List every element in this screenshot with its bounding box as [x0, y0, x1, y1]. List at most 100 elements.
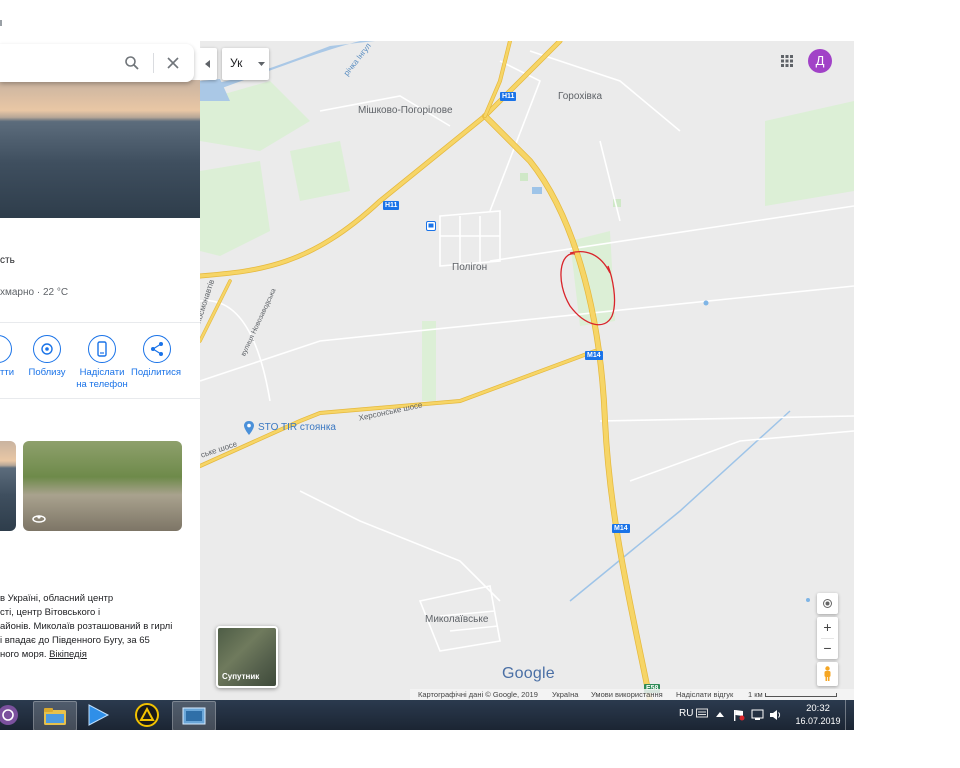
apps-grid-icon[interactable]: [780, 54, 794, 68]
play-icon: [88, 704, 110, 726]
road-shield: Н11: [383, 201, 400, 210]
network-icon[interactable]: [751, 709, 764, 721]
search-icon[interactable]: [124, 55, 140, 71]
description-line: і впадає до Південного Бугу, за 65: [0, 635, 150, 646]
green-area: [422, 321, 436, 401]
viber-icon: [0, 705, 18, 725]
green-area: [765, 101, 854, 206]
map-canvas[interactable]: річка Інгул Мішково-Погорілове Горохівка…: [200, 41, 854, 700]
photo-thumbnail[interactable]: [23, 441, 182, 531]
minor-road: [629, 430, 854, 482]
street-view-360-icon: [32, 515, 46, 523]
map-footer: Картографічні дані © Google, 2019 Україн…: [410, 689, 854, 700]
google-logo: Google: [502, 665, 555, 682]
my-location-icon: [823, 599, 832, 608]
weather-text: хмарно · 22 °C: [0, 287, 69, 298]
satellite-label: Супутник: [222, 672, 260, 681]
language-select[interactable]: Ук: [222, 48, 269, 80]
green-area: [290, 141, 350, 201]
description-line: айонів. Миколаїв розташований в гирлі: [0, 621, 173, 632]
poi-label[interactable]: STO TIR стоянка: [258, 422, 336, 433]
chevron-left-icon: [205, 60, 210, 68]
scale-bar: [765, 693, 837, 697]
wikipedia-link[interactable]: Вікіпедія: [49, 649, 87, 660]
show-hidden-icons-icon[interactable]: [716, 712, 724, 717]
send-to-phone-button[interactable]: [88, 335, 116, 363]
close-icon[interactable]: [166, 56, 180, 70]
pond: [532, 187, 542, 194]
minor-road: [449, 625, 499, 632]
description-line: сті, центр Вітовського і: [0, 607, 101, 618]
description-text: ного моря.: [0, 649, 50, 660]
search-box: [0, 44, 194, 82]
media-player-taskbar-button[interactable]: [84, 703, 112, 727]
zoom-out-button[interactable]: −: [817, 638, 838, 659]
minor-road: [599, 415, 854, 422]
directions-button[interactable]: [0, 335, 12, 363]
search-divider: [153, 53, 154, 73]
minor-road: [489, 205, 854, 262]
send-to-phone-label: Надіслати на телефон: [76, 367, 128, 390]
minor-road: [439, 210, 501, 267]
avatar[interactable]: Д: [808, 49, 832, 73]
pegman-button[interactable]: [817, 662, 838, 686]
header-mark: [0, 20, 2, 26]
village-label[interactable]: Миколаївське: [425, 614, 488, 625]
collapse-panel-button[interactable]: [200, 48, 217, 80]
feedback-link[interactable]: Надіслати відгук: [676, 690, 733, 699]
zoom-in-button[interactable]: +: [817, 617, 838, 638]
nearby-button[interactable]: [33, 335, 61, 363]
highway-m14: [482, 113, 653, 700]
volume-icon[interactable]: [769, 709, 782, 721]
warning-triangle-icon: [135, 703, 159, 727]
share-button[interactable]: [143, 335, 171, 363]
minor-road: [200, 285, 854, 382]
highway-m14: [482, 113, 653, 700]
satellite-toggle[interactable]: Супутник: [216, 626, 278, 688]
green-area: [520, 173, 528, 181]
clock-time[interactable]: 20:32: [800, 703, 836, 714]
photo-thumbnail[interactable]: [0, 441, 16, 531]
nearby-label: Поблизу: [28, 367, 66, 378]
share-icon: [151, 342, 163, 356]
location-pin-icon[interactable]: [243, 421, 255, 435]
action-center-flag-icon[interactable]: [733, 709, 745, 721]
folder-icon: [44, 708, 66, 725]
country-label: Україна: [552, 690, 579, 699]
green-area: [200, 161, 270, 256]
side-panel: сть хмарно · 22 °C тти Поблизу Надіслати…: [0, 0, 200, 700]
show-desktop-button[interactable]: [845, 700, 855, 730]
window-taskbar-button[interactable]: [172, 701, 216, 731]
minor-road: [299, 490, 501, 602]
transit-stop-icon[interactable]: [426, 221, 436, 231]
sunset-photo: [0, 441, 16, 531]
keyboard-icon[interactable]: [696, 708, 708, 718]
language-indicator[interactable]: RU: [679, 708, 693, 719]
road-shield: М14: [612, 524, 630, 533]
zoom-control: + −: [817, 617, 838, 659]
road-shield: Н11: [500, 92, 517, 101]
map-base: [200, 41, 854, 700]
top-photo[interactable]: [0, 80, 200, 218]
village-label[interactable]: Горохівка: [558, 91, 602, 102]
village-label[interactable]: Полігон: [452, 262, 487, 273]
language-label: Ук: [230, 56, 243, 70]
dropdown-arrow-icon: [258, 62, 265, 66]
header-strip: [0, 0, 200, 41]
directions-label: тти: [0, 367, 15, 378]
search-input[interactable]: [0, 52, 114, 74]
scale-label[interactable]: 1 км: [748, 690, 763, 699]
app-taskbar-button[interactable]: [134, 703, 160, 727]
terms-link[interactable]: Умови використання: [591, 690, 663, 699]
explorer-taskbar-button[interactable]: [33, 701, 77, 731]
viber-taskbar-button[interactable]: [0, 703, 24, 727]
village-label[interactable]: Мішково-Погорілове: [358, 105, 453, 116]
pegman-icon: [824, 666, 831, 681]
poi-dot: [703, 300, 709, 306]
image-window-icon: [182, 707, 206, 725]
my-location-button[interactable]: [817, 593, 838, 614]
description-line: ного моря. Вікіпедія: [0, 649, 87, 660]
road-shield: М14: [585, 351, 603, 360]
phone-icon: [97, 341, 107, 357]
clock-date[interactable]: 16.07.2019: [793, 716, 843, 726]
